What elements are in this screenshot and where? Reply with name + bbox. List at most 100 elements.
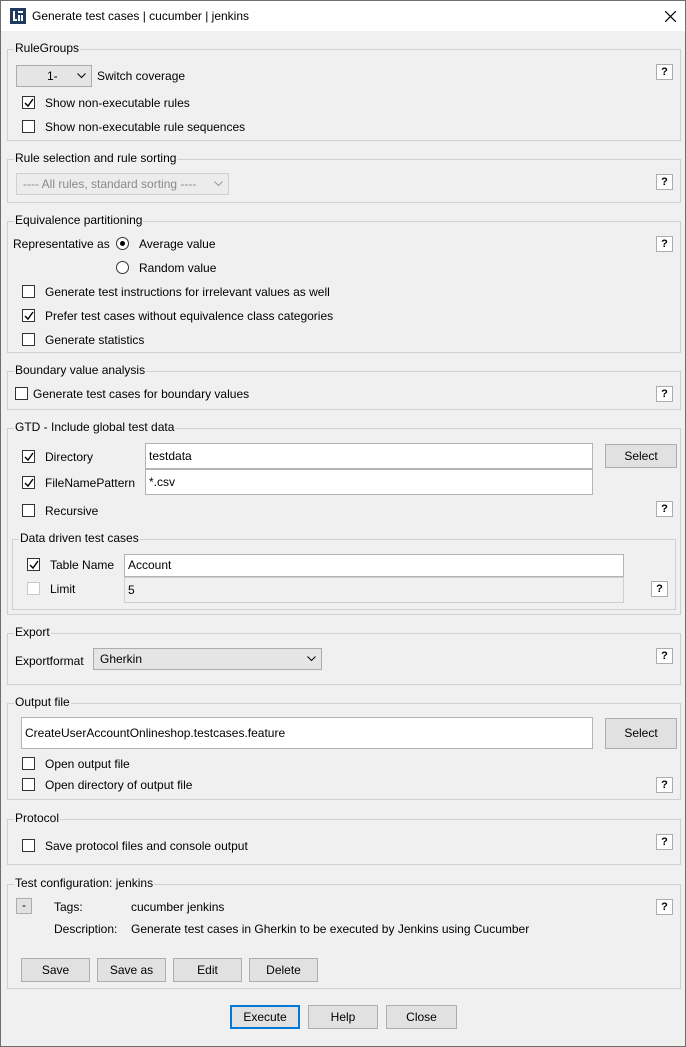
rule-selection-title: Rule selection and rule sorting: [14, 151, 178, 165]
execute-button[interactable]: Execute: [230, 1005, 300, 1029]
save-protocol-label: Save protocol files and console output: [45, 839, 248, 853]
table-name-label: Table Name: [50, 558, 115, 572]
table-name-checkbox[interactable]: [27, 558, 40, 571]
chevron-down-icon: [307, 656, 316, 662]
random-value-label: Random value: [139, 261, 217, 275]
delete-config-button[interactable]: Delete: [249, 958, 318, 982]
app-logo-icon: [10, 8, 26, 24]
checkmark-icon: [24, 452, 34, 462]
output-file-select-button[interactable]: Select: [605, 718, 677, 749]
output-file-input[interactable]: CreateUserAccountOnlineshop.testcases.fe…: [21, 717, 593, 749]
random-value-radio[interactable]: [116, 261, 129, 274]
rule-sorting-value: ---- All rules, standard sorting ----: [23, 177, 197, 191]
rulegroups-title: RuleGroups: [14, 41, 81, 55]
irrelevant-values-checkbox[interactable]: [22, 285, 35, 298]
title-bar: Generate test cases | cucumber | jenkins: [1, 1, 685, 31]
prefer-test-cases-checkbox[interactable]: [22, 309, 35, 322]
boundary-values-checkbox[interactable]: [15, 387, 28, 400]
rulegroups-help-button[interactable]: ?: [656, 64, 673, 80]
window-title: Generate test cases | cucumber | jenkins: [32, 9, 250, 23]
checkmark-icon: [29, 560, 39, 570]
exportformat-select[interactable]: Gherkin: [93, 648, 322, 670]
open-directory-label: Open directory of output file: [45, 778, 193, 792]
export-title: Export: [14, 625, 51, 639]
gtd-help-button[interactable]: ?: [656, 501, 673, 517]
help-button[interactable]: Help: [308, 1005, 378, 1029]
boundary-title: Boundary value analysis: [14, 363, 147, 377]
equivalence-help-button[interactable]: ?: [656, 236, 673, 252]
save-as-config-button[interactable]: Save as: [97, 958, 166, 982]
protocol-help-button[interactable]: ?: [656, 834, 673, 850]
irrelevant-values-label: Generate test instructions for irrelevan…: [45, 285, 330, 299]
generate-statistics-checkbox[interactable]: [22, 333, 35, 346]
test-configuration-title: Test configuration: jenkins: [14, 876, 155, 890]
equivalence-title: Equivalence partitioning: [14, 213, 144, 227]
collapse-button[interactable]: -: [16, 898, 32, 914]
window-close-button[interactable]: [655, 4, 685, 28]
filename-pattern-label: FileNamePattern: [45, 476, 136, 490]
show-non-exec-sequences-label: Show non-executable rule sequences: [45, 120, 246, 134]
close-button[interactable]: Close: [386, 1005, 457, 1029]
boundary-group: Boundary value analysis Generate test ca…: [7, 363, 681, 410]
save-protocol-checkbox[interactable]: [22, 839, 35, 852]
description-value: Generate test cases in Gherkin to be exe…: [131, 922, 530, 936]
data-driven-group: Data driven test cases Table Name Accoun…: [12, 531, 676, 610]
recursive-label: Recursive: [45, 504, 99, 518]
dialog-window: Generate test cases | cucumber | jenkins…: [0, 0, 686, 1047]
show-non-exec-rules-label: Show non-executable rules: [45, 96, 190, 110]
export-group: Export Exportformat Gherkin ?: [7, 625, 681, 685]
limit-input[interactable]: 5: [124, 577, 624, 603]
coverage-label: Switch coverage: [97, 69, 186, 83]
open-output-file-label: Open output file: [45, 757, 130, 771]
rule-sorting-select[interactable]: ---- All rules, standard sorting ----: [16, 173, 229, 195]
filename-pattern-checkbox[interactable]: [22, 476, 35, 489]
show-non-exec-sequences-checkbox[interactable]: [22, 120, 35, 133]
gtd-title: GTD - Include global test data: [14, 420, 176, 434]
directory-input[interactable]: testdata: [145, 443, 593, 469]
checkmark-icon: [24, 478, 34, 488]
table-name-input[interactable]: Account: [124, 554, 624, 577]
open-output-file-checkbox[interactable]: [22, 757, 35, 770]
prefer-test-cases-label: Prefer test cases without equivalence cl…: [45, 309, 334, 323]
average-value-radio[interactable]: [116, 237, 129, 250]
open-directory-checkbox[interactable]: [22, 778, 35, 791]
close-icon: [665, 11, 676, 22]
protocol-group: Protocol Save protocol files and console…: [7, 811, 681, 865]
directory-checkbox[interactable]: [22, 450, 35, 463]
boundary-help-button[interactable]: ?: [656, 386, 673, 402]
gtd-group: GTD - Include global test data Directory…: [7, 420, 681, 615]
chevron-down-icon: [77, 73, 86, 79]
data-driven-title: Data driven test cases: [19, 531, 140, 545]
radio-dot: [120, 241, 125, 246]
output-file-title: Output file: [14, 695, 71, 709]
data-driven-help-button[interactable]: ?: [651, 581, 668, 597]
recursive-checkbox[interactable]: [22, 504, 35, 517]
save-config-button[interactable]: Save: [21, 958, 90, 982]
rulegroups-group: RuleGroups 1- Switch coverage ? Show non…: [7, 41, 681, 141]
rule-selection-group: Rule selection and rule sorting ---- All…: [7, 151, 681, 203]
representative-label: Representative as: [13, 237, 110, 251]
test-configuration-help-button[interactable]: ?: [656, 899, 673, 915]
edit-config-button[interactable]: Edit: [173, 958, 242, 982]
test-configuration-group: Test configuration: jenkins - Tags: cucu…: [7, 876, 681, 989]
coverage-value: 1-: [47, 69, 58, 83]
tags-value: cucumber jenkins: [131, 900, 225, 914]
tags-label: Tags:: [54, 900, 83, 914]
output-file-help-button[interactable]: ?: [656, 777, 673, 793]
limit-checkbox[interactable]: [27, 582, 40, 595]
average-value-label: Average value: [139, 237, 216, 251]
generate-statistics-label: Generate statistics: [45, 333, 145, 347]
directory-select-button[interactable]: Select: [605, 444, 677, 468]
coverage-select[interactable]: 1-: [16, 65, 92, 87]
exportformat-label: Exportformat: [15, 654, 84, 668]
filename-pattern-input[interactable]: *.csv: [145, 469, 593, 495]
checkmark-icon: [24, 98, 34, 108]
description-label: Description:: [54, 922, 118, 936]
rule-selection-help-button[interactable]: ?: [656, 174, 673, 190]
export-help-button[interactable]: ?: [656, 648, 673, 664]
exportformat-value: Gherkin: [100, 652, 143, 666]
protocol-title: Protocol: [14, 811, 61, 825]
boundary-values-label: Generate test cases for boundary values: [33, 387, 250, 401]
show-non-exec-rules-checkbox[interactable]: [22, 96, 35, 109]
output-file-group: Output file CreateUserAccountOnlineshop.…: [7, 695, 681, 800]
